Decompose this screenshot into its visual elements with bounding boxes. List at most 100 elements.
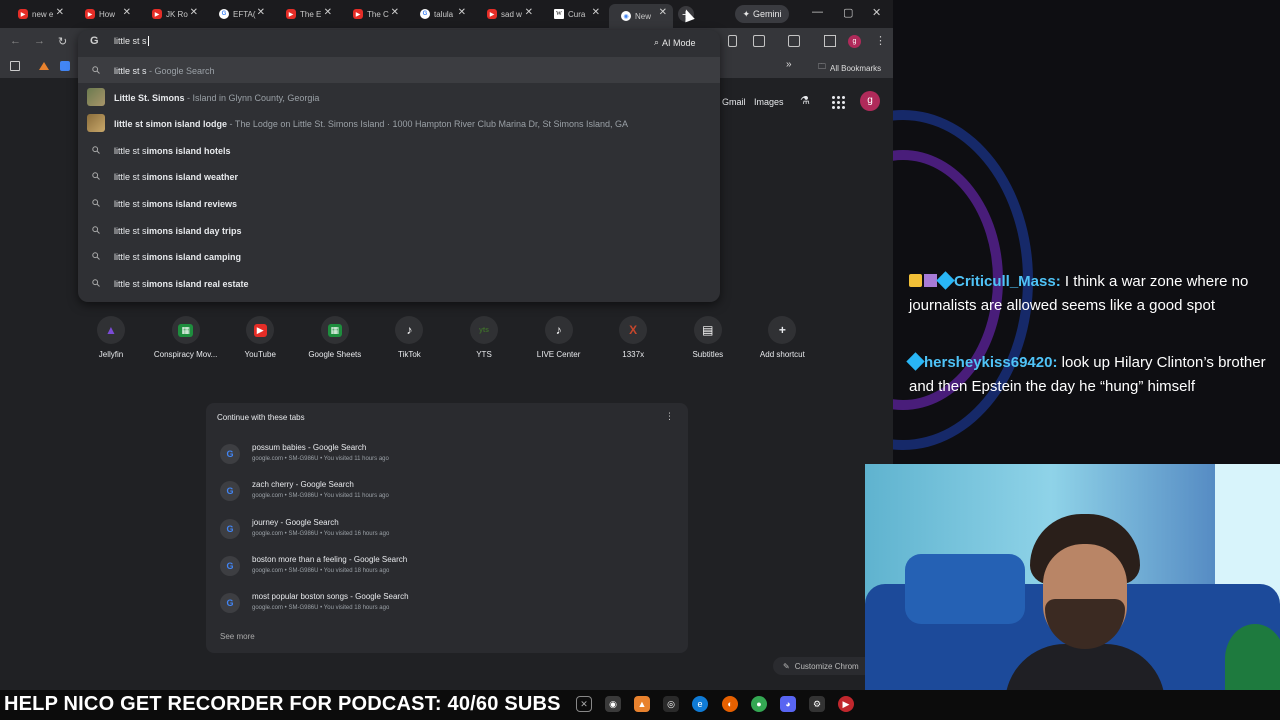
close-tab-icon[interactable]: ✕ [123,7,131,18]
all-bookmarks-button[interactable]: 🗀 All Bookmarks [818,61,881,75]
clipboard-icon[interactable] [728,35,737,47]
shortcut-tile[interactable]: X 1337x [595,312,671,368]
suggestion-normal: little st s [114,145,147,156]
shortcut-tile[interactable]: ♪ TikTok [371,312,447,368]
cube-badge-icon [936,271,955,290]
continue-tab-item[interactable]: Gpossum babies - Google Search google.com… [216,437,678,471]
images-link[interactable]: Images [754,97,784,107]
omnibox-suggestion[interactable]: little st simons island day trips [78,217,720,243]
google-icon: G [220,518,240,539]
more-options-icon[interactable]: ⋮ [665,411,674,422]
tab[interactable]: ▶ sad w ✕ [475,4,539,24]
firefox-icon[interactable]: ◐ [722,696,738,712]
youtube-icon: ▶ [18,9,28,19]
shortcut-tile[interactable]: ▶ YouTube [222,312,298,368]
omnibox-suggestion[interactable]: Little St. Simons - Island in Glynn Coun… [78,84,720,110]
discord-icon[interactable]: ◕ [780,696,796,712]
suggestion-normal: little st s [114,66,147,76]
labs-flask-icon[interactable]: ⚗ [800,94,810,107]
webcam-plant [1225,624,1280,690]
minimize-button[interactable]: — [812,6,823,18]
continue-tab-item[interactable]: Gzach cherry - Google Search google.com •… [216,474,678,508]
account-avatar[interactable]: g [860,91,880,111]
close-tab-icon[interactable]: ✕ [257,7,265,18]
tab[interactable]: W Cura ✕ [542,4,606,24]
omnibox-suggestion[interactable]: little st simons island real estate [78,270,720,296]
close-tab-icon[interactable]: ✕ [324,7,332,18]
tab[interactable]: ▶ new e ✕ [6,4,70,24]
forward-button[interactable]: → [34,35,45,47]
bookmark-docs-icon[interactable] [60,61,70,71]
see-more-link[interactable]: See more [220,632,255,641]
tab[interactable]: Gtalula ✕ [408,4,472,24]
close-tab-icon[interactable]: ✕ [56,7,64,18]
continue-tab-item[interactable]: Gboston more than a feeling - Google Sea… [216,549,678,583]
omnibox-suggestion[interactable]: little st simons island weather [78,163,720,189]
suggestion-text: little st simons island camping [114,252,241,262]
google-apps-icon[interactable] [832,96,845,109]
tab[interactable]: ▶ The C ✕ [341,4,405,24]
close-tab-icon[interactable]: ✕ [659,7,667,18]
gmail-link[interactable]: Gmail [722,97,746,107]
shortcut-label: LIVE Center [536,350,581,359]
omnibox-suggestion[interactable]: little st simons island hotels [78,137,720,163]
settings-icon[interactable]: ⚙ [809,696,825,712]
tab[interactable]: ▶ The E ✕ [274,4,338,24]
close-tab-icon[interactable]: ✕ [391,7,399,18]
tab[interactable]: G EFTA(✕ [207,4,271,24]
google-icon: G [220,481,240,502]
shortcut-tile[interactable]: ▦ Conspiracy Mov... [148,312,224,368]
google-icon: G [219,9,229,19]
chat-username[interactable]: Criticull_Mass: [954,273,1061,290]
google-icon: G [420,9,430,19]
tab[interactable]: ▶ JK Ro ✕ [140,4,204,24]
continue-tab-item[interactable]: Gmost popular boston songs - Google Sear… [216,586,678,620]
close-tab-icon[interactable]: ✕ [458,7,466,18]
chrome-icon[interactable]: ● [751,696,767,712]
shortcut-icon: X [619,316,648,344]
tab[interactable]: ▶ How ✕ [73,4,137,24]
shortcut-tile[interactable]: ▲ Jellyfin [73,312,149,368]
shortcut-tile[interactable]: ▤ Subtitles [670,312,746,368]
close-tab-icon[interactable]: ✕ [592,7,600,18]
apps-grid-icon[interactable] [10,61,20,71]
yts-icon: yts [478,326,490,334]
ai-mode-button[interactable]: ⌕ AI Mode [654,34,712,51]
continue-tab-item[interactable]: Gjourney - Google Search google.com • SM-… [216,512,678,546]
omnibox-suggestion[interactable]: little st simons island reviews [78,190,720,216]
close-window-button[interactable]: ✕ [872,6,881,19]
omnibox-suggestion[interactable]: little st s - Google Search [78,57,720,83]
menu-icon[interactable]: ⋮ [875,34,886,47]
close-tab-icon[interactable]: ✕ [190,7,198,18]
tab[interactable]: ◉ New ✕ [609,4,673,28]
bookmarks-overflow-icon[interactable]: » [786,59,792,70]
reload-button[interactable]: ↻ [58,35,67,48]
maximize-button[interactable]: ▢ [843,6,853,19]
close-tab-icon[interactable]: ✕ [525,7,533,18]
shortcut-tile[interactable]: ♪ LIVE Center [521,312,597,368]
extensions-icon[interactable] [753,35,765,47]
obs-icon[interactable]: ◉ [605,696,621,712]
chat-username[interactable]: hersheykiss69420: [924,354,1057,371]
media-player-icon[interactable]: ▶ [838,696,854,712]
shortcut-tile[interactable]: ▦ Google Sheets [297,312,373,368]
back-button[interactable]: ← [10,35,21,47]
edge-icon[interactable]: e [692,696,708,712]
omnibox-input[interactable]: G little st s ⌕ AI Mode [78,30,720,54]
youtube-icon: ▶ [253,323,267,337]
shortcut-tile[interactable]: + Add shortcut [744,312,820,368]
bookmark-drive-icon[interactable] [39,62,49,70]
vlc-icon[interactable]: ▲ [634,696,650,712]
omnibox-suggestion[interactable]: little st simons island camping [78,243,720,269]
shortcut-label: Conspiracy Mov... [153,350,218,359]
omnibox-suggestion[interactable]: little st simon island lodge - The Lodge… [78,110,720,136]
shortcut-tile[interactable]: yts YTS [446,312,522,368]
steam-icon[interactable]: ◎ [663,696,679,712]
tab-search-icon[interactable] [788,35,800,47]
gemini-button[interactable]: ✦ Gemini [735,5,789,23]
suggestion-bold: imons island real estate [146,278,249,289]
reading-list-icon[interactable] [824,35,836,47]
all-bookmarks-label: All Bookmarks [830,63,882,73]
profile-avatar[interactable]: g [848,35,861,48]
close-icon[interactable]: ✕ [576,696,592,712]
